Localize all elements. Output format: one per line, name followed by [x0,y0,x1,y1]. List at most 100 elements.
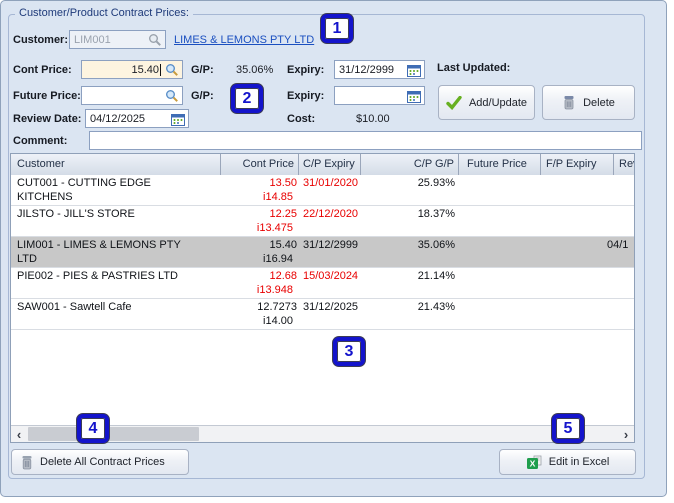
cont-price-label: Cont Price: [13,64,72,76]
delete-all-contract-prices-button[interactable]: Delete All Contract Prices [11,449,189,475]
cell-cp-gp: 21.43% [417,301,455,313]
cont-price-input[interactable]: 15.40 [81,60,183,79]
callout-5: 5 [552,414,584,443]
delete-icon [562,95,576,110]
screenshot-root: Customer/Product Contract Prices: Custom… [0,0,674,503]
cell-cp-expiry: 31/01/2020 [303,177,359,189]
review-date-label: Review Date: [13,113,82,125]
table-row[interactable]: PIE002 - PIES & PASTRIES LTD 12.68 i13.9… [11,268,634,299]
cont-price-lookup-icon[interactable] [164,63,180,77]
edit-in-excel-label: Edit in Excel [548,456,610,468]
delete-all-label: Delete All Contract Prices [40,456,165,468]
future-price-input[interactable] [81,86,183,105]
last-updated-label: Last Updated: [437,62,511,74]
delete-label: Delete [583,96,615,109]
col-header-review-date[interactable]: Rev [614,154,634,175]
callout-2: 2 [231,84,263,113]
future-price-lookup-icon[interactable] [164,89,180,103]
text-caret [160,63,161,76]
add-update-button[interactable]: Add/Update [438,85,535,120]
comment-label: Comment: [13,135,68,147]
col-header-future-price[interactable]: Future Price [459,154,541,175]
cell-cont-price: 13.50 i14.85 [221,176,297,204]
cell-cont-price: 12.68 i13.948 [221,269,297,297]
cell-cont-price: 15.40 i16.94 [221,238,297,266]
delete-button[interactable]: Delete [542,85,635,120]
cell-cp-expiry: 15/03/2024 [303,270,359,282]
cont-expiry-value: 31/12/2999 [339,63,395,76]
customer-code-value: LIM001 [74,33,111,46]
grid-header: Customer Cont Price C/P Expiry C/P G/P F… [11,154,634,176]
comment-input[interactable] [89,131,642,150]
col-header-cp-gp[interactable]: C/P G/P [361,154,459,175]
edit-in-excel-button[interactable]: X Edit in Excel [499,449,636,475]
contract-prices-grid: Customer Cont Price C/P Expiry C/P G/P F… [10,153,635,443]
cont-gp-label: G/P: [191,64,214,76]
cell-customer: CUT001 - CUTTING EDGE KITCHENS [17,176,217,204]
cell-cp-gp: 21.14% [417,270,455,282]
cell-cont-price: 12.25 i13.475 [221,207,297,235]
customer-line-1: JILSTO - JILL'S STORE [17,208,135,220]
cell-customer: SAW001 - Sawtell Cafe [17,300,217,328]
cell-customer: LIM001 - LIMES & LEMONS PTY LTD [17,238,217,266]
col-header-cont-price[interactable]: Cont Price [221,154,299,175]
customer-line-2 [17,314,217,328]
customer-label: Customer: [13,34,69,46]
grid-body: CUT001 - CUTTING EDGE KITCHENS 13.50 i14… [11,175,634,425]
review-date-value: 04/12/2025 [90,112,146,125]
col-header-customer[interactable]: Customer [11,154,221,175]
callout-4: 4 [77,414,109,443]
cont-expiry-input[interactable]: 31/12/2999 [334,60,425,79]
cont-price-ex: 13.50 [269,177,297,189]
customer-code-input[interactable]: LIM001 [69,30,166,49]
cont-price-inc: i13.475 [256,222,293,234]
customer-line-1: PIE002 - PIES & PASTRIES LTD [17,270,178,282]
excel-icon: X [526,455,542,470]
review-date-calendar-icon[interactable] [170,112,186,126]
callout-3: 3 [333,337,365,366]
future-gp-label: G/P: [191,90,214,102]
cont-expiry-calendar-icon[interactable] [406,63,422,77]
future-expiry-label: Expiry: [287,90,325,102]
cell-cp-expiry: 31/12/2999 [303,239,359,251]
customer-line-1: CUT001 - CUTTING EDGE [17,177,151,189]
table-row[interactable]: SAW001 - Sawtell Cafe 12.7273 i14.00 31/… [11,299,634,330]
cost-label: Cost: [287,113,316,125]
trash-icon [21,455,33,470]
cell-cp-gp: 35.06% [417,239,455,251]
customer-name-link[interactable]: LIMES & LEMONS PTY LTD [174,34,314,46]
cost-value: $10.00 [356,113,390,125]
cell-customer: PIE002 - PIES & PASTRIES LTD [17,269,217,297]
cell-cp-expiry: 31/12/2025 [303,301,359,313]
cell-cp-expiry: 22/12/2020 [303,208,359,220]
future-expiry-input[interactable] [334,86,425,105]
review-date-input[interactable]: 04/12/2025 [85,109,189,128]
customer-lookup-icon[interactable] [147,33,163,47]
cont-price-ex: 12.68 [269,270,297,282]
scroll-right-arrow[interactable]: › [618,426,634,442]
callout-1: 1 [321,14,353,43]
future-price-label: Future Price: [13,90,81,102]
cont-price-inc: i14.00 [263,315,293,327]
cont-expiry-label: Expiry: [287,64,325,76]
cell-cp-gp: 18.37% [417,208,455,220]
scrollbar-thumb[interactable] [28,427,199,441]
cont-price-value: 15.40 [131,63,159,76]
customer-line-1: SAW001 - Sawtell Cafe [17,301,132,313]
scroll-left-arrow[interactable]: ‹ [11,426,27,442]
col-header-cp-expiry[interactable]: C/P Expiry [299,154,361,175]
cell-cont-price: 12.7273 i14.00 [221,300,297,328]
cont-price-ex: 12.25 [269,208,297,220]
cont-price-inc: i16.94 [263,253,293,265]
col-header-fp-expiry[interactable]: F/P Expiry [541,154,614,175]
check-icon [446,95,462,110]
table-row[interactable]: CUT001 - CUTTING EDGE KITCHENS 13.50 i14… [11,175,634,206]
cell-customer: JILSTO - JILL'S STORE [17,207,217,235]
cont-price-inc: i13.948 [256,284,293,296]
cont-gp-value: 35.06% [236,64,274,76]
table-row[interactable]: JILSTO - JILL'S STORE 12.25 i13.475 22/1… [11,206,634,237]
groupbox-title: Customer/Product Contract Prices: [15,7,193,19]
table-row[interactable]: LIM001 - LIMES & LEMONS PTY LTD 15.40 i1… [11,237,634,268]
future-expiry-calendar-icon[interactable] [406,89,422,103]
svg-text:X: X [529,458,535,468]
